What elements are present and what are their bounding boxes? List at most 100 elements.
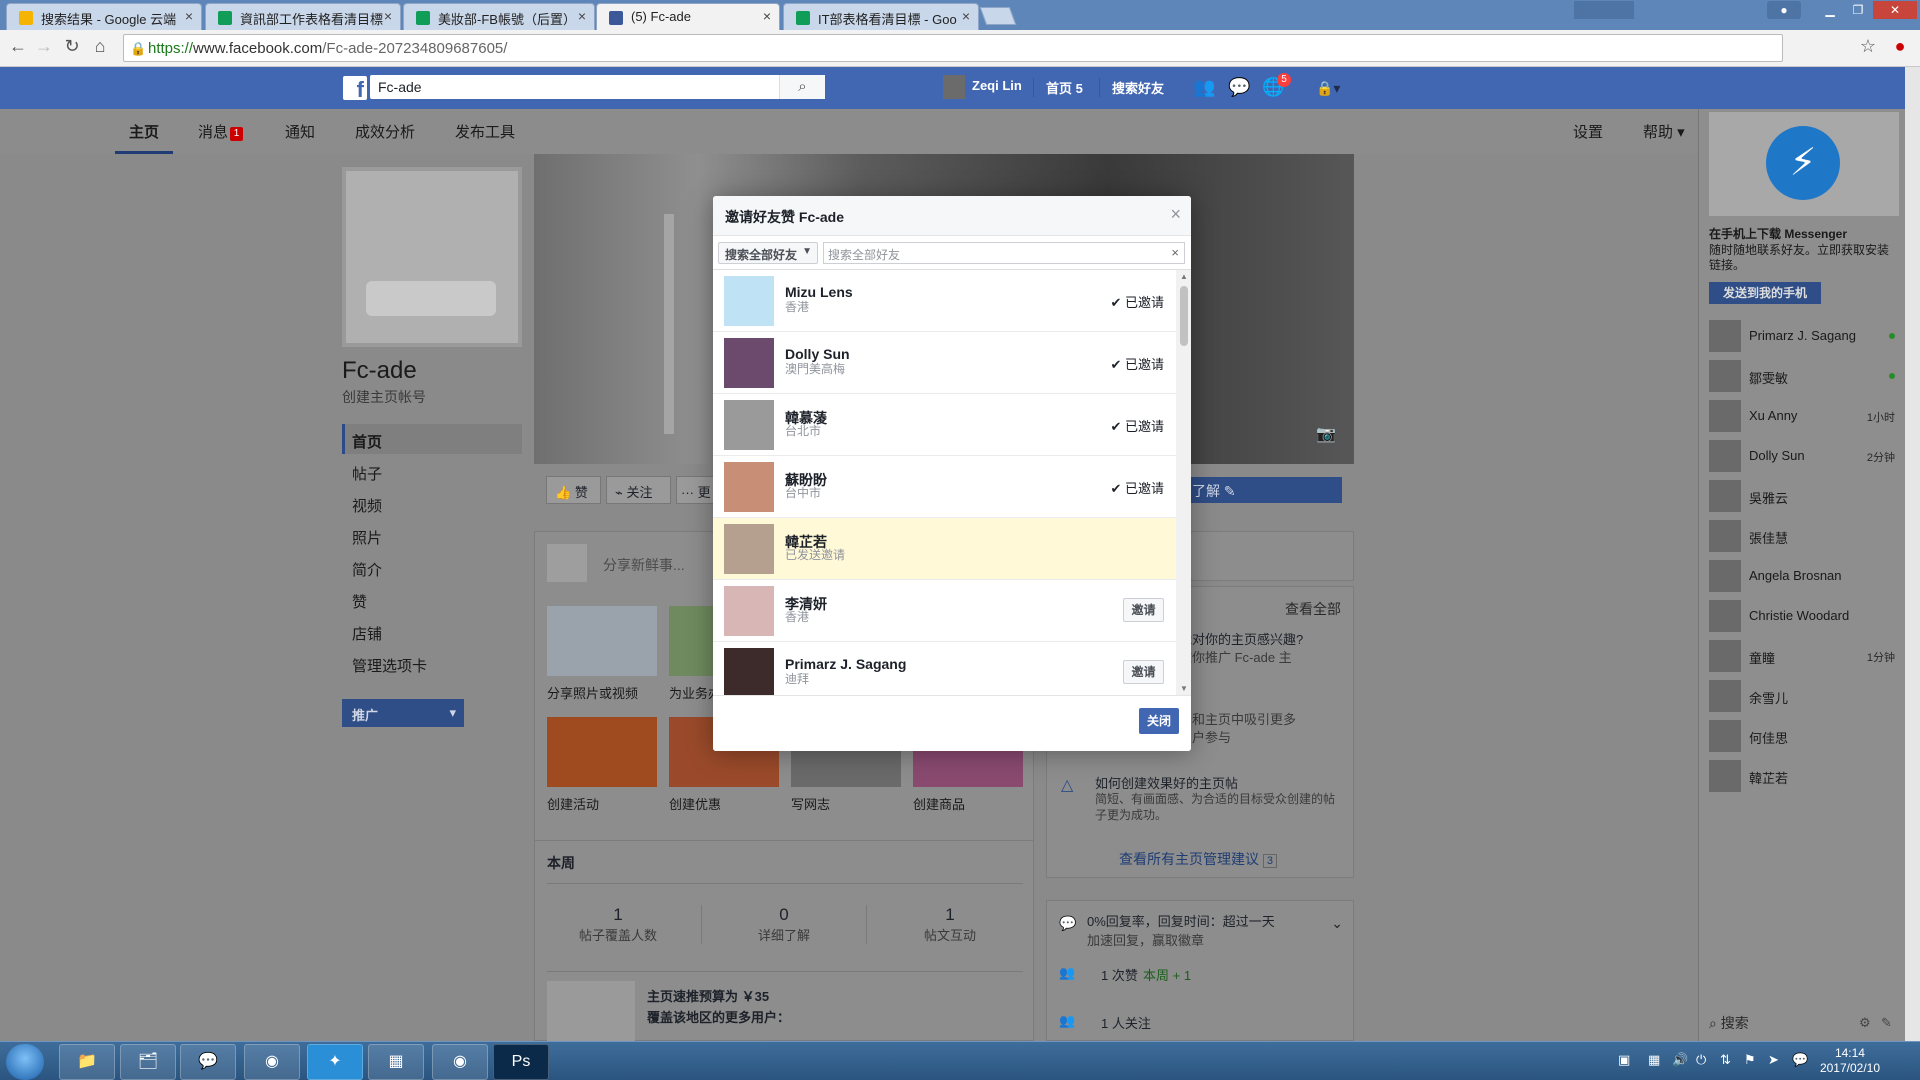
browser-tab-4[interactable]: (5) Fc-ade × — [596, 3, 780, 30]
more-button[interactable]: ··· 更 — [676, 476, 716, 504]
extension-icon[interactable]: ● — [1888, 36, 1912, 57]
page-profile-picture[interactable] — [342, 167, 522, 347]
power-icon[interactable]: ⏻ — [1696, 1052, 1706, 1068]
close-icon[interactable]: × — [1170, 204, 1181, 225]
network-icon[interactable]: ⇅ — [1720, 1052, 1731, 1068]
promote-button[interactable]: 推广 ▾ — [342, 699, 464, 727]
friend-filter-dropdown[interactable]: 搜索全部好友 ▼ — [718, 242, 818, 264]
find-friends-link[interactable]: 搜索好友 — [1099, 78, 1164, 97]
system-clock[interactable]: 14:14 2017/02/10 — [1820, 1046, 1880, 1076]
side-menu-videos[interactable]: 视频 — [352, 495, 382, 516]
windows-start-button[interactable] — [6, 1044, 44, 1080]
follow-button[interactable]: ⌁ 关注 — [606, 476, 671, 504]
chat-search-input[interactable]: ⌕ 搜索 — [1709, 1013, 1749, 1033]
search-icon[interactable]: ⌕ — [779, 75, 825, 99]
browser-tab-2[interactable]: 資訊部工作表格看清目標 × — [205, 3, 401, 30]
like-button[interactable]: 👍 赞 — [546, 476, 601, 504]
side-menu-likes[interactable]: 赞 — [352, 591, 367, 612]
profile-button[interactable] — [1574, 1, 1634, 19]
facebook-search-input[interactable]: Fc-ade — [370, 75, 825, 99]
chat-friend[interactable]: 余雪儿 — [1709, 680, 1899, 712]
forward-icon[interactable]: → — [32, 36, 56, 57]
photoshop-icon[interactable]: Ps — [493, 1044, 549, 1080]
see-all-link[interactable]: 查看全部 — [1285, 599, 1341, 619]
share-placeholder[interactable]: 分享新鲜事... — [603, 555, 685, 575]
home-link[interactable]: 首页 5 — [1033, 78, 1083, 97]
maximize-icon[interactable]: ❐ — [1845, 1, 1871, 19]
chat-friend[interactable]: 韓芷若 — [1709, 760, 1899, 792]
chat-friend[interactable]: Primarz J. Sagang — [1709, 320, 1899, 352]
share-photo-tile[interactable] — [547, 606, 657, 676]
compose-icon[interactable]: ✎ — [1881, 1015, 1892, 1031]
friend-search-input[interactable]: 搜索全部好友 × — [823, 242, 1185, 264]
create-event-tile[interactable] — [547, 717, 657, 787]
file-explorer-icon[interactable]: 📁 — [59, 1044, 115, 1080]
clear-icon[interactable]: × — [1171, 245, 1179, 260]
chevron-down-icon[interactable]: ⌄ — [1331, 915, 1343, 932]
close-window-icon[interactable]: ✕ — [1873, 1, 1917, 19]
business-tile[interactable] — [669, 606, 719, 676]
chat-friend[interactable]: 鄒雯敏 — [1709, 360, 1899, 392]
chat-friend[interactable]: Dolly Sun 2分钟 — [1709, 440, 1899, 472]
minimize-icon[interactable]: ▁ — [1817, 1, 1843, 19]
user-switch-button[interactable]: ● — [1767, 1, 1801, 19]
wechat-icon[interactable]: 💬 — [180, 1044, 236, 1080]
wechat-tray-icon[interactable]: 💬 — [1792, 1052, 1808, 1068]
scroll-down-icon[interactable]: ▼ — [1180, 684, 1188, 693]
messenger-icon[interactable]: 💬 — [1228, 77, 1250, 98]
facebook-logo-icon[interactable]: f — [343, 76, 367, 100]
quick-help-icon[interactable]: 🔒▾ — [1316, 80, 1340, 97]
browser-tab-3[interactable]: 美妝部-FB帳號（后置） × — [403, 3, 595, 30]
chat-friend[interactable]: Angela Brosnan — [1709, 560, 1899, 592]
chat-friend[interactable]: Xu Anny 1小时 — [1709, 400, 1899, 432]
all-suggestions-link[interactable]: 查看所有主页管理建议 3 — [1119, 849, 1278, 869]
invite-button[interactable]: 邀请 — [1123, 598, 1164, 622]
user-avatar[interactable] — [943, 75, 965, 99]
close-tab-icon[interactable]: × — [384, 8, 392, 24]
tab-page[interactable]: 主页 — [115, 121, 174, 154]
invite-button[interactable]: 邀请 — [1123, 660, 1164, 684]
tray-app-icon[interactable]: ▣ — [1618, 1052, 1630, 1068]
tray-sheets-icon[interactable]: ▦ — [1648, 1052, 1660, 1068]
side-menu-home[interactable]: 首页 — [352, 431, 382, 452]
close-tab-icon[interactable]: × — [962, 8, 970, 24]
chat-friend[interactable]: 何佳思 — [1709, 720, 1899, 752]
side-menu-posts[interactable]: 帖子 — [352, 463, 382, 484]
side-menu-about[interactable]: 简介 — [352, 559, 382, 580]
new-tab-button[interactable] — [979, 7, 1017, 25]
reload-icon[interactable]: ↻ — [60, 36, 84, 57]
learn-more-button[interactable]: 了解 ✎ — [1180, 477, 1342, 503]
bookmark-star-icon[interactable]: ☆ — [1856, 36, 1880, 57]
close-tab-icon[interactable]: × — [578, 8, 586, 24]
tab-insights[interactable]: 成效分析 — [355, 121, 415, 142]
settings-link[interactable]: 设置 — [1573, 121, 1603, 142]
app-icon[interactable]: ✦ — [307, 1044, 363, 1080]
side-menu-photos[interactable]: 照片 — [352, 527, 382, 548]
scroll-thumb[interactable] — [1180, 286, 1188, 346]
camera-icon[interactable]: 📷 — [1316, 424, 1336, 444]
gear-icon[interactable]: ⚙ — [1859, 1015, 1871, 1031]
sheets-app-icon[interactable]: ▦ — [368, 1044, 424, 1080]
chat-friend[interactable]: 張佳慧 — [1709, 520, 1899, 552]
page-scrollbar[interactable] — [1905, 67, 1920, 1041]
help-link[interactable]: 帮助 ▾ — [1643, 121, 1685, 142]
chrome-icon[interactable]: ◉ — [432, 1044, 488, 1080]
scroll-up-icon[interactable]: ▲ — [1180, 272, 1188, 281]
friend-requests-icon[interactable]: 👥 — [1193, 77, 1215, 98]
back-icon[interactable]: ← — [6, 36, 30, 57]
tab-messages[interactable]: 消息 1 — [198, 121, 244, 142]
close-tab-icon[interactable]: × — [185, 8, 193, 24]
browser-tab-1[interactable]: 搜索结果 - Google 云端 × — [6, 3, 202, 30]
chat-friend[interactable]: Christie Woodard — [1709, 600, 1899, 632]
flag-icon[interactable]: ⚑ — [1744, 1052, 1756, 1068]
chat-friend[interactable]: 吳雅云 — [1709, 480, 1899, 512]
friend-list-scrollbar[interactable]: ▲ ▼ — [1176, 270, 1191, 695]
address-bar[interactable]: 🔒 https://www.facebook.com/Fc-ade-207234… — [123, 34, 1783, 62]
send-to-phone-button[interactable]: 发送到我的手机 — [1709, 282, 1821, 304]
tab-notifications[interactable]: 通知 — [285, 121, 315, 142]
browser-tab-5[interactable]: IT部表格看清目標 - Goo × — [783, 3, 979, 30]
chat-friend[interactable]: 童瞳 1分钟 — [1709, 640, 1899, 672]
close-tab-icon[interactable]: × — [763, 8, 771, 24]
volume-icon[interactable]: 🔊 — [1672, 1052, 1688, 1068]
folder-icon[interactable]: 🗂 — [120, 1044, 176, 1080]
